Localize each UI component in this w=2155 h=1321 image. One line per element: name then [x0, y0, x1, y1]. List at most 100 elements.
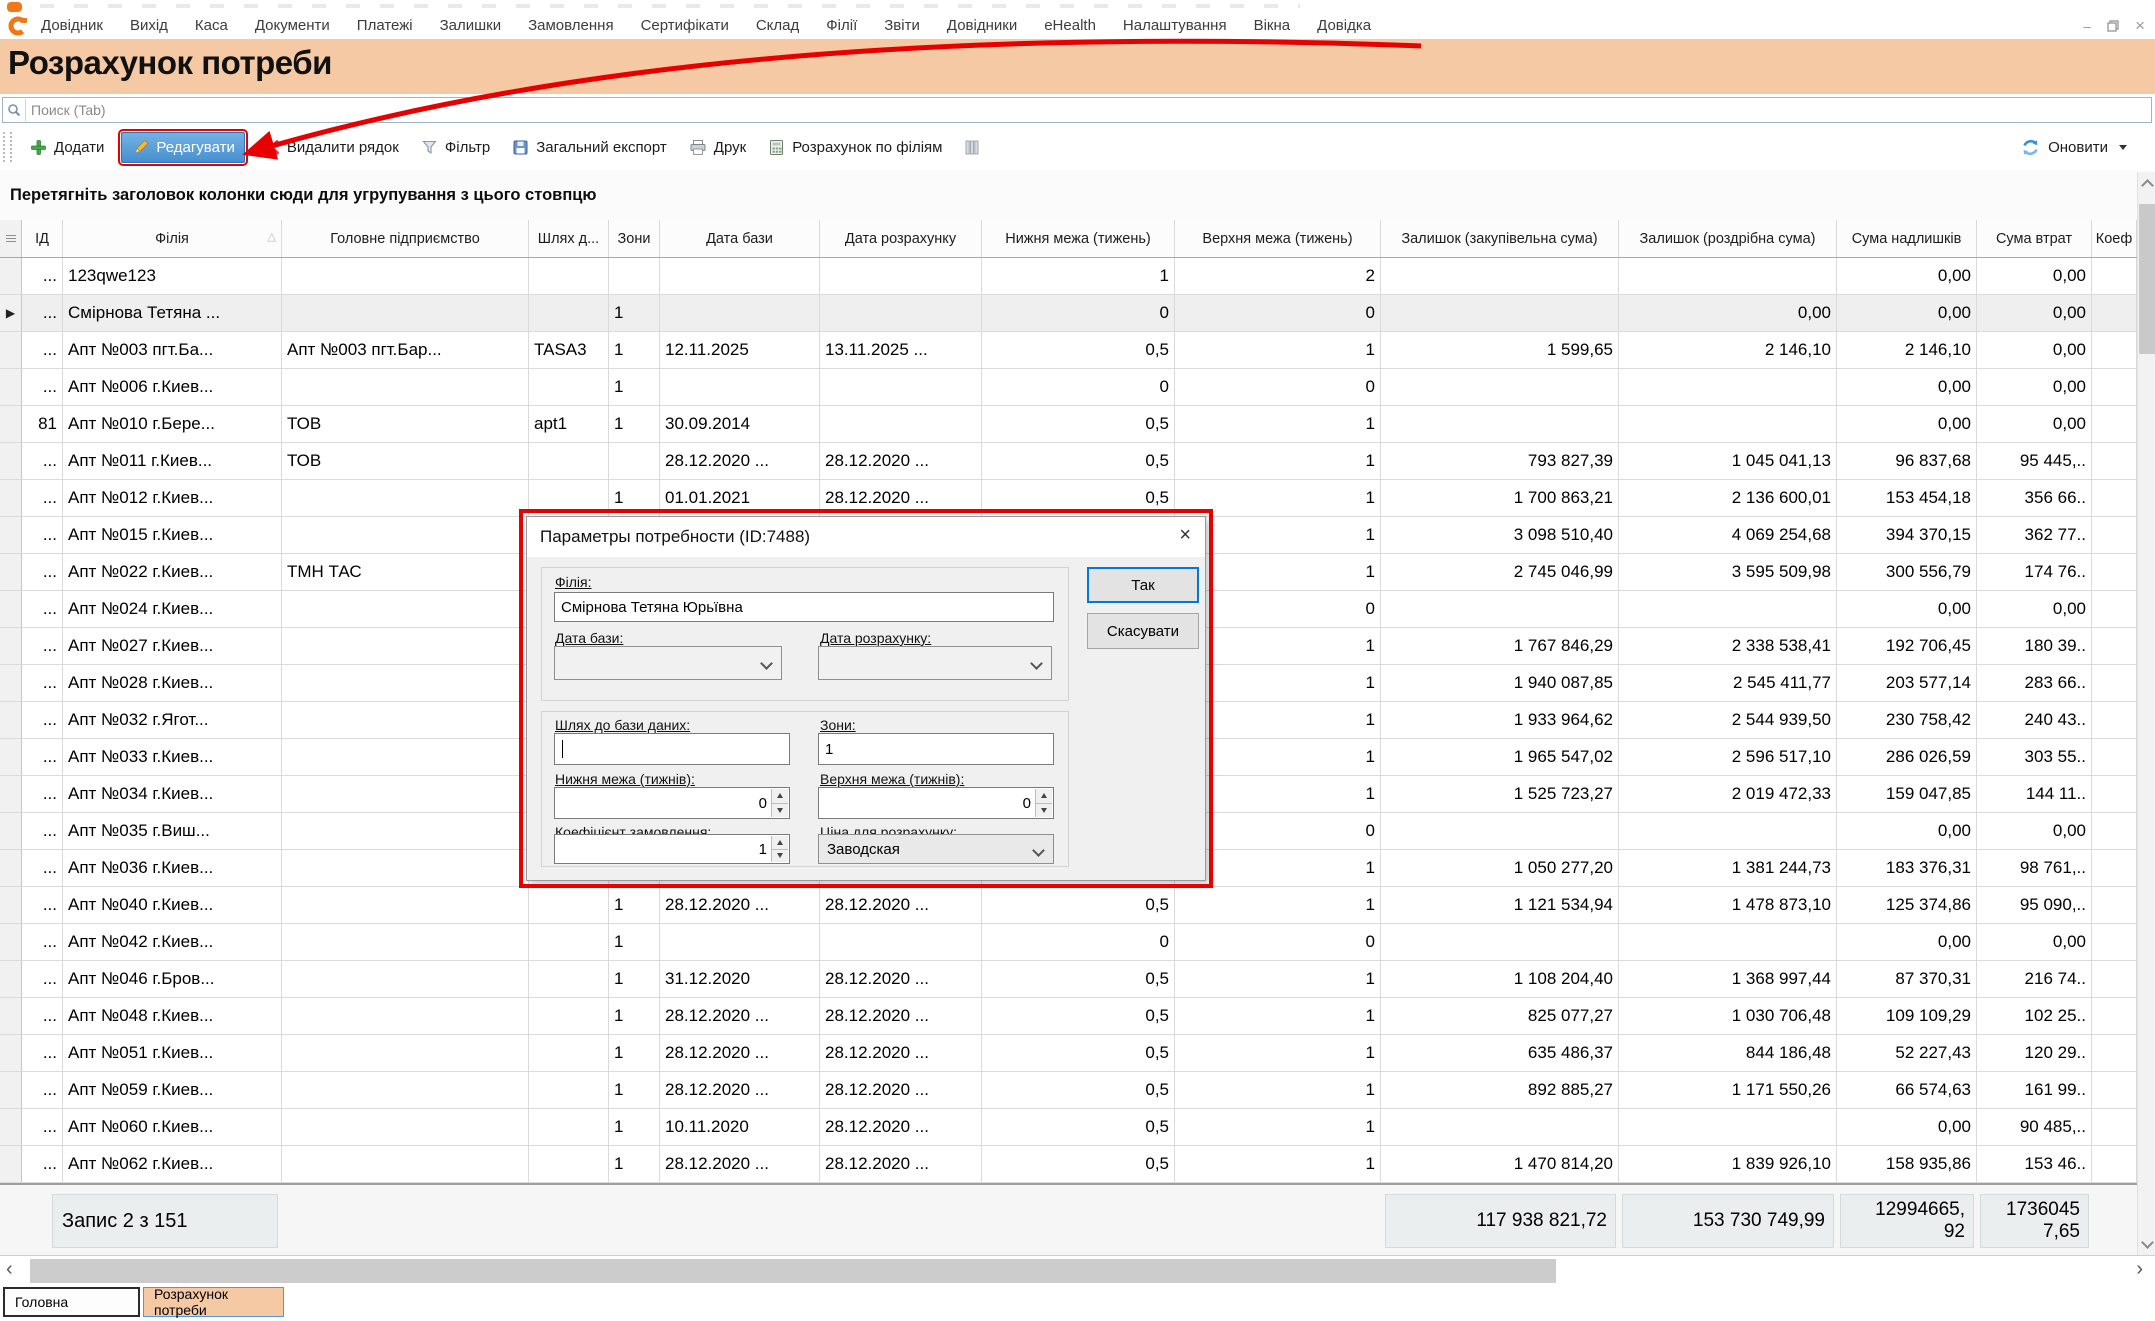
cell-koef[interactable]	[2092, 850, 2137, 886]
cell-purchase[interactable]	[1381, 258, 1619, 294]
cell-id[interactable]: ...	[22, 702, 63, 738]
print-button[interactable]: Друк	[684, 133, 750, 162]
cell-koef[interactable]	[2092, 406, 2137, 442]
cell-branch[interactable]: Апт №051 г.Киев...	[63, 1035, 282, 1071]
cell-path[interactable]	[529, 443, 609, 479]
cell-loss[interactable]: 174 76..	[1977, 554, 2092, 590]
cell-id[interactable]: ...	[22, 1072, 63, 1108]
cell-zones[interactable]: 1	[609, 332, 660, 368]
cell-id[interactable]: ...	[22, 887, 63, 923]
tab-demand-calculation[interactable]: Розрахунок потреби	[143, 1287, 284, 1317]
cell-zones[interactable]: 1	[609, 1109, 660, 1145]
cell-koef[interactable]	[2092, 665, 2137, 701]
table-row[interactable]: ...Апт №042 г.Киев...1000,000,00	[0, 924, 2137, 961]
cell-surplus[interactable]: 394 370,15	[1837, 517, 1977, 553]
cell-purchase[interactable]	[1381, 369, 1619, 405]
column-header-surplus[interactable]: Сума надлишків	[1837, 220, 1977, 257]
scroll-up-icon[interactable]	[2138, 172, 2155, 194]
column-header-path[interactable]: Шлях д...	[529, 220, 609, 257]
cell-main[interactable]	[282, 1146, 529, 1182]
cell-main[interactable]	[282, 776, 529, 812]
cell-base[interactable]: 31.12.2020	[660, 961, 820, 997]
menu-item-5[interactable]: Платежі	[357, 17, 413, 34]
column-header-lower[interactable]: Нижня межа (тижень)	[982, 220, 1175, 257]
cell-lower[interactable]: 0,5	[982, 1146, 1175, 1182]
cell-calc[interactable]: 28.12.2020 ...	[820, 1072, 982, 1108]
cell-retail[interactable]: 844 186,48	[1619, 1035, 1837, 1071]
cell-purchase[interactable]: 892 885,27	[1381, 1072, 1619, 1108]
cell-base[interactable]: 10.11.2020	[660, 1109, 820, 1145]
menu-item-9[interactable]: Склад	[756, 17, 799, 34]
cell-branch[interactable]: Смірнова Тетяна ...	[63, 295, 282, 331]
cell-main[interactable]	[282, 998, 529, 1034]
refresh-caret-icon[interactable]	[2119, 145, 2127, 150]
row-indicator[interactable]	[0, 887, 22, 923]
cell-zones[interactable]: 1	[609, 295, 660, 331]
cell-branch[interactable]: Апт №040 г.Киев...	[63, 887, 282, 923]
cell-koef[interactable]	[2092, 1109, 2137, 1145]
cell-main[interactable]: ТМН ТАС	[282, 554, 529, 590]
column-header-zones[interactable]: Зони	[609, 220, 660, 257]
row-indicator[interactable]	[0, 628, 22, 664]
cell-id[interactable]: ...	[22, 443, 63, 479]
column-header-loss[interactable]: Сума втрат	[1977, 220, 2092, 257]
cell-branch[interactable]: Апт №010 г.Бере...	[63, 406, 282, 442]
table-row[interactable]: ...Апт №059 г.Киев...128.12.2020 ...28.1…	[0, 1072, 2137, 1109]
menu-item-3[interactable]: Каса	[195, 17, 228, 34]
cell-id[interactable]: ...	[22, 517, 63, 553]
cell-id[interactable]: ...	[22, 258, 63, 294]
cell-base[interactable]	[660, 369, 820, 405]
cell-loss[interactable]: 0,00	[1977, 591, 2092, 627]
row-indicator[interactable]	[0, 591, 22, 627]
cell-koef[interactable]	[2092, 517, 2137, 553]
cell-upper[interactable]: 1	[1175, 406, 1381, 442]
cell-branch[interactable]: Апт №012 г.Киев...	[63, 480, 282, 516]
cell-koef[interactable]	[2092, 258, 2137, 294]
cell-koef[interactable]	[2092, 1072, 2137, 1108]
column-header-calc[interactable]: Дата розрахунку	[820, 220, 982, 257]
cell-upper[interactable]: 0	[1175, 369, 1381, 405]
cell-purchase[interactable]: 635 486,37	[1381, 1035, 1619, 1071]
cell-lower[interactable]: 0,5	[982, 406, 1175, 442]
cell-koef[interactable]	[2092, 776, 2137, 812]
cell-purchase[interactable]: 1 933 964,62	[1381, 702, 1619, 738]
cell-upper[interactable]: 1	[1175, 1035, 1381, 1071]
cell-loss[interactable]: 356 66..	[1977, 480, 2092, 516]
cell-surplus[interactable]: 159 047,85	[1837, 776, 1977, 812]
cell-retail[interactable]: 0,00	[1619, 295, 1837, 331]
vertical-scrollbar-thumb[interactable]	[2139, 204, 2155, 354]
column-header-id[interactable]: ІД	[22, 220, 63, 257]
cell-retail[interactable]: 1 478 873,10	[1619, 887, 1837, 923]
cell-koef[interactable]	[2092, 924, 2137, 960]
table-row[interactable]: 81Апт №010 г.Бере...ТОВapt1130.09.20140,…	[0, 406, 2137, 443]
cell-surplus[interactable]: 192 706,45	[1837, 628, 1977, 664]
cell-purchase[interactable]: 1 940 087,85	[1381, 665, 1619, 701]
cell-purchase[interactable]	[1381, 295, 1619, 331]
menu-item-7[interactable]: Замовлення	[528, 17, 613, 34]
cell-purchase[interactable]: 1 767 846,29	[1381, 628, 1619, 664]
cell-koef[interactable]	[2092, 443, 2137, 479]
toolbar-grip[interactable]	[3, 132, 12, 162]
cell-zones[interactable]	[609, 443, 660, 479]
cell-main[interactable]: Апт №003 пгт.Бар...	[282, 332, 529, 368]
table-row[interactable]: ...123qwe123120,000,00	[0, 258, 2137, 295]
cell-branch[interactable]: Апт №022 г.Киев...	[63, 554, 282, 590]
cell-loss[interactable]: 144 11..	[1977, 776, 2092, 812]
cell-retail[interactable]: 1 171 550,26	[1619, 1072, 1837, 1108]
cell-retail[interactable]	[1619, 406, 1837, 442]
cell-upper[interactable]: 1	[1175, 1146, 1381, 1182]
cell-retail[interactable]: 2 596 517,10	[1619, 739, 1837, 775]
edit-button[interactable]: Редагувати	[121, 132, 245, 163]
cell-lower[interactable]: 0	[982, 369, 1175, 405]
cell-branch[interactable]: Апт №011 г.Киев...	[63, 443, 282, 479]
cell-id[interactable]: ...	[22, 776, 63, 812]
cell-lower[interactable]: 1	[982, 258, 1175, 294]
cell-zones[interactable]: 1	[609, 369, 660, 405]
table-row[interactable]: ...Апт №011 г.Киев...ТОВ28.12.2020 ...28…	[0, 443, 2137, 480]
cell-lower[interactable]: 0	[982, 295, 1175, 331]
cell-base[interactable]: 28.12.2020 ...	[660, 1072, 820, 1108]
cell-path[interactable]	[529, 1035, 609, 1071]
search-box[interactable]	[2, 97, 2152, 123]
cell-koef[interactable]	[2092, 813, 2137, 849]
cell-base[interactable]: 28.12.2020 ...	[660, 443, 820, 479]
